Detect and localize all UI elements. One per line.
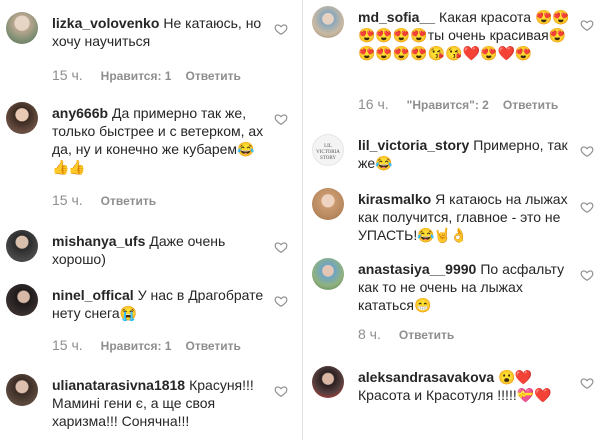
comment-username[interactable]: any666b bbox=[52, 105, 108, 121]
reply-button[interactable]: Ответить bbox=[101, 194, 156, 208]
avatar[interactable] bbox=[312, 6, 344, 38]
reply-button[interactable]: Ответить bbox=[503, 98, 558, 112]
comment-body: md_sofia__ Какая красота 😍😍😍😍😍😍ты очень к… bbox=[358, 8, 574, 62]
comment-body: ulianatarasivna1818 Красуня!!! Мамині ген… bbox=[52, 376, 268, 430]
reply-button[interactable]: Ответить bbox=[185, 69, 240, 83]
like-heart-icon[interactable] bbox=[274, 22, 288, 36]
like-heart-icon[interactable] bbox=[274, 112, 288, 126]
avatar[interactable] bbox=[312, 366, 344, 398]
comment-username[interactable]: anastasiya__9990 bbox=[358, 261, 476, 277]
comment-body: mishanya_ufs Даже очень хорошо) bbox=[52, 232, 268, 268]
comment-username[interactable]: aleksandrasavakova bbox=[358, 369, 494, 385]
comment-body: lizka_volovenko Не катаюсь, но хочу научи… bbox=[52, 14, 268, 50]
comment-time: 8 ч. bbox=[358, 326, 381, 342]
comment-meta: 15 ч. Нравится: 1 Ответить bbox=[52, 337, 255, 353]
comment-emoji: 😭 bbox=[119, 305, 137, 321]
like-heart-icon[interactable] bbox=[274, 240, 288, 254]
comment-emoji: 😂 bbox=[375, 155, 392, 171]
comment-username[interactable]: ulianatarasivna1818 bbox=[52, 377, 185, 393]
avatar-logo-text: LIL VICTORIA STORY bbox=[316, 144, 340, 161]
comment-body: any666b Да примерно так же, только быстре… bbox=[52, 104, 268, 176]
likes-count[interactable]: "Нравится": 2 bbox=[407, 98, 489, 112]
avatar[interactable] bbox=[312, 188, 344, 220]
comment-time: 15 ч. bbox=[52, 192, 83, 208]
avatar[interactable] bbox=[6, 12, 38, 44]
avatar[interactable] bbox=[6, 230, 38, 262]
comment-username[interactable]: ninel_offical bbox=[52, 287, 134, 303]
avatar[interactable] bbox=[312, 258, 344, 290]
comment-meta: 15 ч. Нравится: 1 Ответить bbox=[52, 67, 255, 83]
comment-text: Красота и Красотуля !!!!!💝❤️ bbox=[358, 387, 552, 403]
reply-button[interactable]: Ответить bbox=[185, 339, 240, 353]
comment-time: 15 ч. bbox=[52, 67, 83, 83]
comment-emoji: 😁 bbox=[413, 297, 431, 313]
like-heart-icon[interactable] bbox=[580, 268, 594, 282]
like-heart-icon[interactable] bbox=[274, 384, 288, 398]
like-heart-icon[interactable] bbox=[580, 200, 594, 214]
like-heart-icon[interactable] bbox=[580, 144, 594, 158]
comment-username[interactable]: lizka_volovenko bbox=[52, 15, 159, 31]
avatar[interactable] bbox=[6, 102, 38, 134]
comment-meta: 16 ч. "Нравится": 2 Ответить bbox=[358, 96, 572, 112]
comment-emoji: 😮❤️ bbox=[498, 369, 532, 385]
comment-meta: 15 ч. Ответить bbox=[52, 192, 170, 208]
comment-username[interactable]: lil_victoria_story bbox=[358, 137, 469, 153]
comment-username[interactable]: mishanya_ufs bbox=[52, 233, 145, 249]
like-heart-icon[interactable] bbox=[580, 18, 594, 32]
comment-time: 16 ч. bbox=[358, 96, 389, 112]
comment-body: lil_victoria_story Примерно, так же😂 bbox=[358, 136, 574, 172]
comment-body: kirasmalko Я катаюсь на лыжах как получит… bbox=[358, 190, 574, 244]
avatar[interactable] bbox=[6, 284, 38, 316]
reply-button[interactable]: Ответить bbox=[399, 328, 454, 342]
comment-body: anastasiya__9990 По асфальту как то не оч… bbox=[358, 260, 574, 314]
comment-time: 15 ч. bbox=[52, 337, 83, 353]
comment-body: aleksandrasavakova 😮❤️ Красота и Красотул… bbox=[358, 368, 574, 404]
like-heart-icon[interactable] bbox=[274, 294, 288, 308]
comment-emoji: 😂🤘👌 bbox=[417, 227, 467, 243]
column-divider bbox=[302, 0, 303, 440]
comment-username[interactable]: kirasmalko bbox=[358, 191, 431, 207]
likes-count[interactable]: Нравится: 1 bbox=[101, 69, 172, 83]
like-heart-icon[interactable] bbox=[580, 376, 594, 390]
comment-meta: 8 ч. Ответить bbox=[358, 326, 468, 342]
likes-count[interactable]: Нравится: 1 bbox=[101, 339, 172, 353]
avatar[interactable] bbox=[6, 374, 38, 406]
comment-body: ninel_offical У нас в Драгобрате нету сне… bbox=[52, 286, 268, 322]
avatar-logo[interactable]: LIL VICTORIA STORY bbox=[312, 134, 344, 166]
comment-username[interactable]: md_sofia__ bbox=[358, 9, 435, 25]
